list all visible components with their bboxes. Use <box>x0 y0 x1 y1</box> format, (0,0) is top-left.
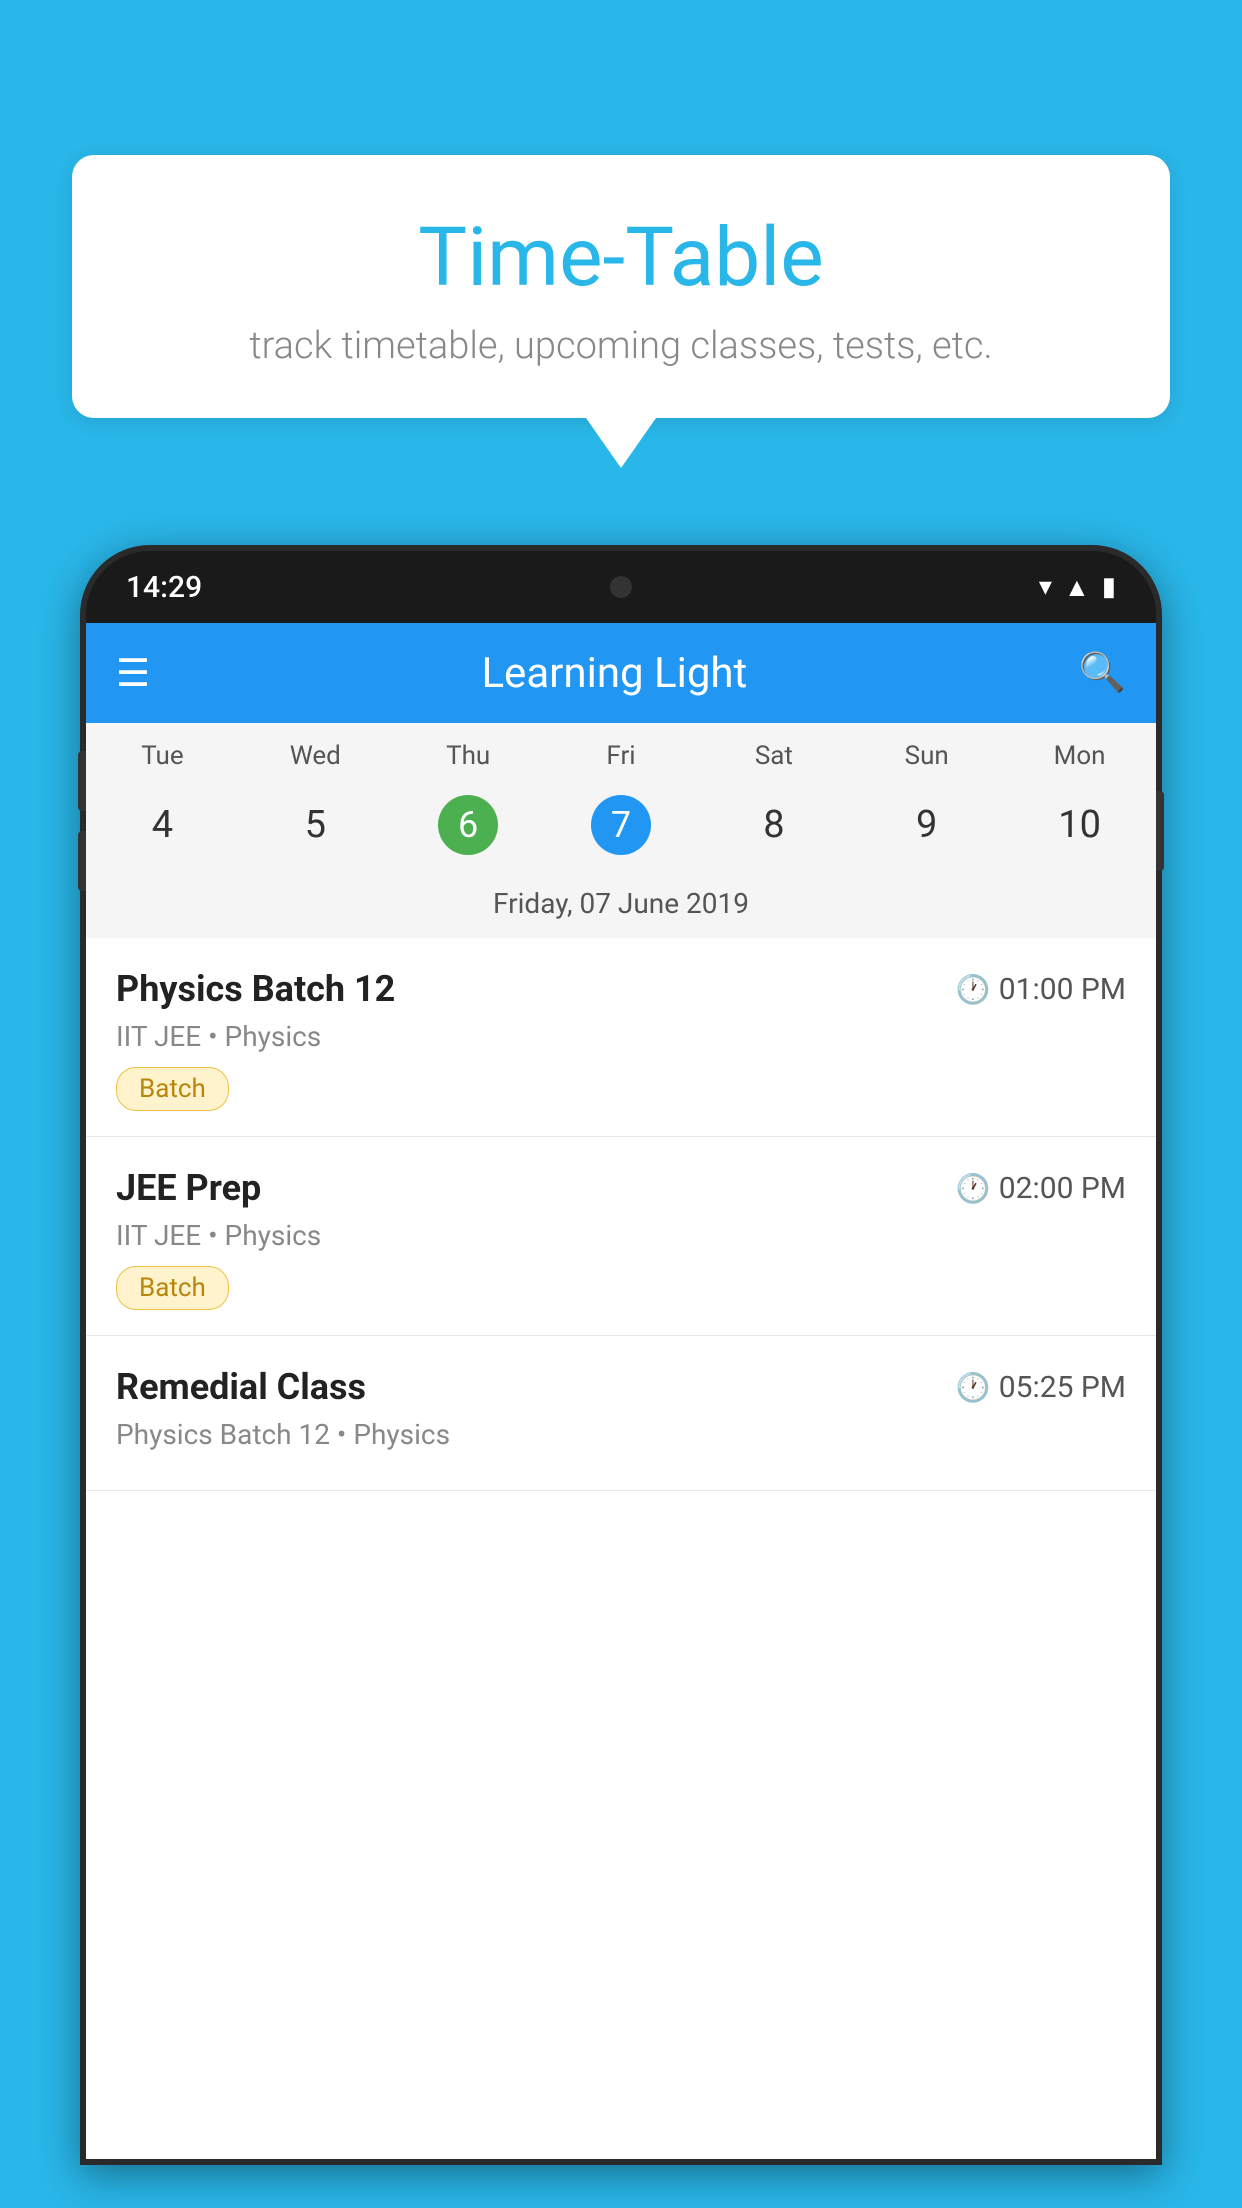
day-header-wed: Wed <box>239 741 392 771</box>
volume-down-button <box>78 831 86 891</box>
phone-camera <box>610 576 632 598</box>
schedule-subtitle-3: Physics Batch 12 • Physics <box>116 1418 1126 1451</box>
day-header-thu: Thu <box>392 741 545 771</box>
schedule-title-3: Remedial Class <box>116 1366 366 1408</box>
day-header-mon: Mon <box>1003 741 1156 771</box>
day-6[interactable]: 6 <box>392 787 545 863</box>
schedule-item-2-header: JEE Prep 🕐 02:00 PM <box>116 1167 1126 1209</box>
speech-bubble-container: Time-Table track timetable, upcoming cla… <box>72 155 1170 468</box>
day-4[interactable]: 4 <box>86 795 239 855</box>
app-content: ☰ Learning Light 🔍 Tue Wed Thu Fri Sat S… <box>86 623 1156 2159</box>
schedule-item-2[interactable]: JEE Prep 🕐 02:00 PM IIT JEE • Physics Ba… <box>86 1137 1156 1336</box>
day-5[interactable]: 5 <box>239 795 392 855</box>
schedule-time-1: 🕐 01:00 PM <box>956 972 1126 1007</box>
schedule-time-value-3: 05:25 PM <box>999 1370 1126 1405</box>
schedule-title-2: JEE Prep <box>116 1167 261 1209</box>
schedule-subtitle-1: IIT JEE • Physics <box>116 1020 1126 1053</box>
calendar-section: Tue Wed Thu Fri Sat Sun Mon 4 5 6 7 <box>86 723 1156 938</box>
status-icons: ▾ ▲ ▮ <box>1039 572 1116 603</box>
clock-icon-3: 🕐 <box>956 1371 991 1404</box>
day-9[interactable]: 9 <box>850 795 1003 855</box>
volume-up-button <box>78 751 86 811</box>
schedule-time-2: 🕐 02:00 PM <box>956 1171 1126 1206</box>
phone-notch <box>581 551 661 581</box>
status-bar: 14:29 ▾ ▲ ▮ <box>86 551 1156 623</box>
day-8[interactable]: 8 <box>697 795 850 855</box>
speech-bubble-tail <box>586 418 656 468</box>
search-icon[interactable]: 🔍 <box>1079 651 1126 695</box>
schedule-subtitle-2: IIT JEE • Physics <box>116 1219 1126 1252</box>
schedule-time-3: 🕐 05:25 PM <box>956 1370 1126 1405</box>
schedule-item-3[interactable]: Remedial Class 🕐 05:25 PM Physics Batch … <box>86 1336 1156 1491</box>
day-7[interactable]: 7 <box>545 787 698 863</box>
day-numbers: 4 5 6 7 8 9 10 <box>86 779 1156 879</box>
day-headers: Tue Wed Thu Fri Sat Sun Mon <box>86 723 1156 779</box>
page-title: Time-Table <box>132 210 1110 306</box>
app-header: ☰ Learning Light 🔍 <box>86 623 1156 723</box>
day-10[interactable]: 10 <box>1003 795 1156 855</box>
schedule-title-1: Physics Batch 12 <box>116 968 395 1010</box>
day-7-selected[interactable]: 7 <box>591 795 651 855</box>
schedule-item-3-header: Remedial Class 🕐 05:25 PM <box>116 1366 1126 1408</box>
speech-bubble: Time-Table track timetable, upcoming cla… <box>72 155 1170 418</box>
wifi-icon: ▾ <box>1039 572 1052 602</box>
status-time: 14:29 <box>126 570 202 605</box>
day-6-today[interactable]: 6 <box>438 795 498 855</box>
day-header-tue: Tue <box>86 741 239 771</box>
schedule-item-1[interactable]: Physics Batch 12 🕐 01:00 PM IIT JEE • Ph… <box>86 938 1156 1137</box>
batch-badge-1: Batch <box>116 1067 229 1111</box>
app-title: Learning Light <box>481 649 747 698</box>
schedule-list: Physics Batch 12 🕐 01:00 PM IIT JEE • Ph… <box>86 938 1156 1491</box>
clock-icon-1: 🕐 <box>956 973 991 1006</box>
battery-icon: ▮ <box>1102 572 1116 602</box>
schedule-time-value-1: 01:00 PM <box>999 972 1126 1007</box>
page-subtitle: track timetable, upcoming classes, tests… <box>132 324 1110 368</box>
hamburger-icon[interactable]: ☰ <box>116 651 150 696</box>
phone-container: 14:29 ▾ ▲ ▮ ☰ Learning Light 🔍 Tue <box>80 545 1162 2208</box>
phone-device: 14:29 ▾ ▲ ▮ ☰ Learning Light 🔍 Tue <box>80 545 1162 2165</box>
power-button <box>1156 791 1164 871</box>
day-header-sun: Sun <box>850 741 1003 771</box>
clock-icon-2: 🕐 <box>956 1172 991 1205</box>
selected-date-label: Friday, 07 June 2019 <box>86 879 1156 938</box>
signal-icon: ▲ <box>1064 572 1090 603</box>
day-header-sat: Sat <box>697 741 850 771</box>
schedule-time-value-2: 02:00 PM <box>999 1171 1126 1206</box>
schedule-item-1-header: Physics Batch 12 🕐 01:00 PM <box>116 968 1126 1010</box>
batch-badge-2: Batch <box>116 1266 229 1310</box>
day-header-fri: Fri <box>545 741 698 771</box>
